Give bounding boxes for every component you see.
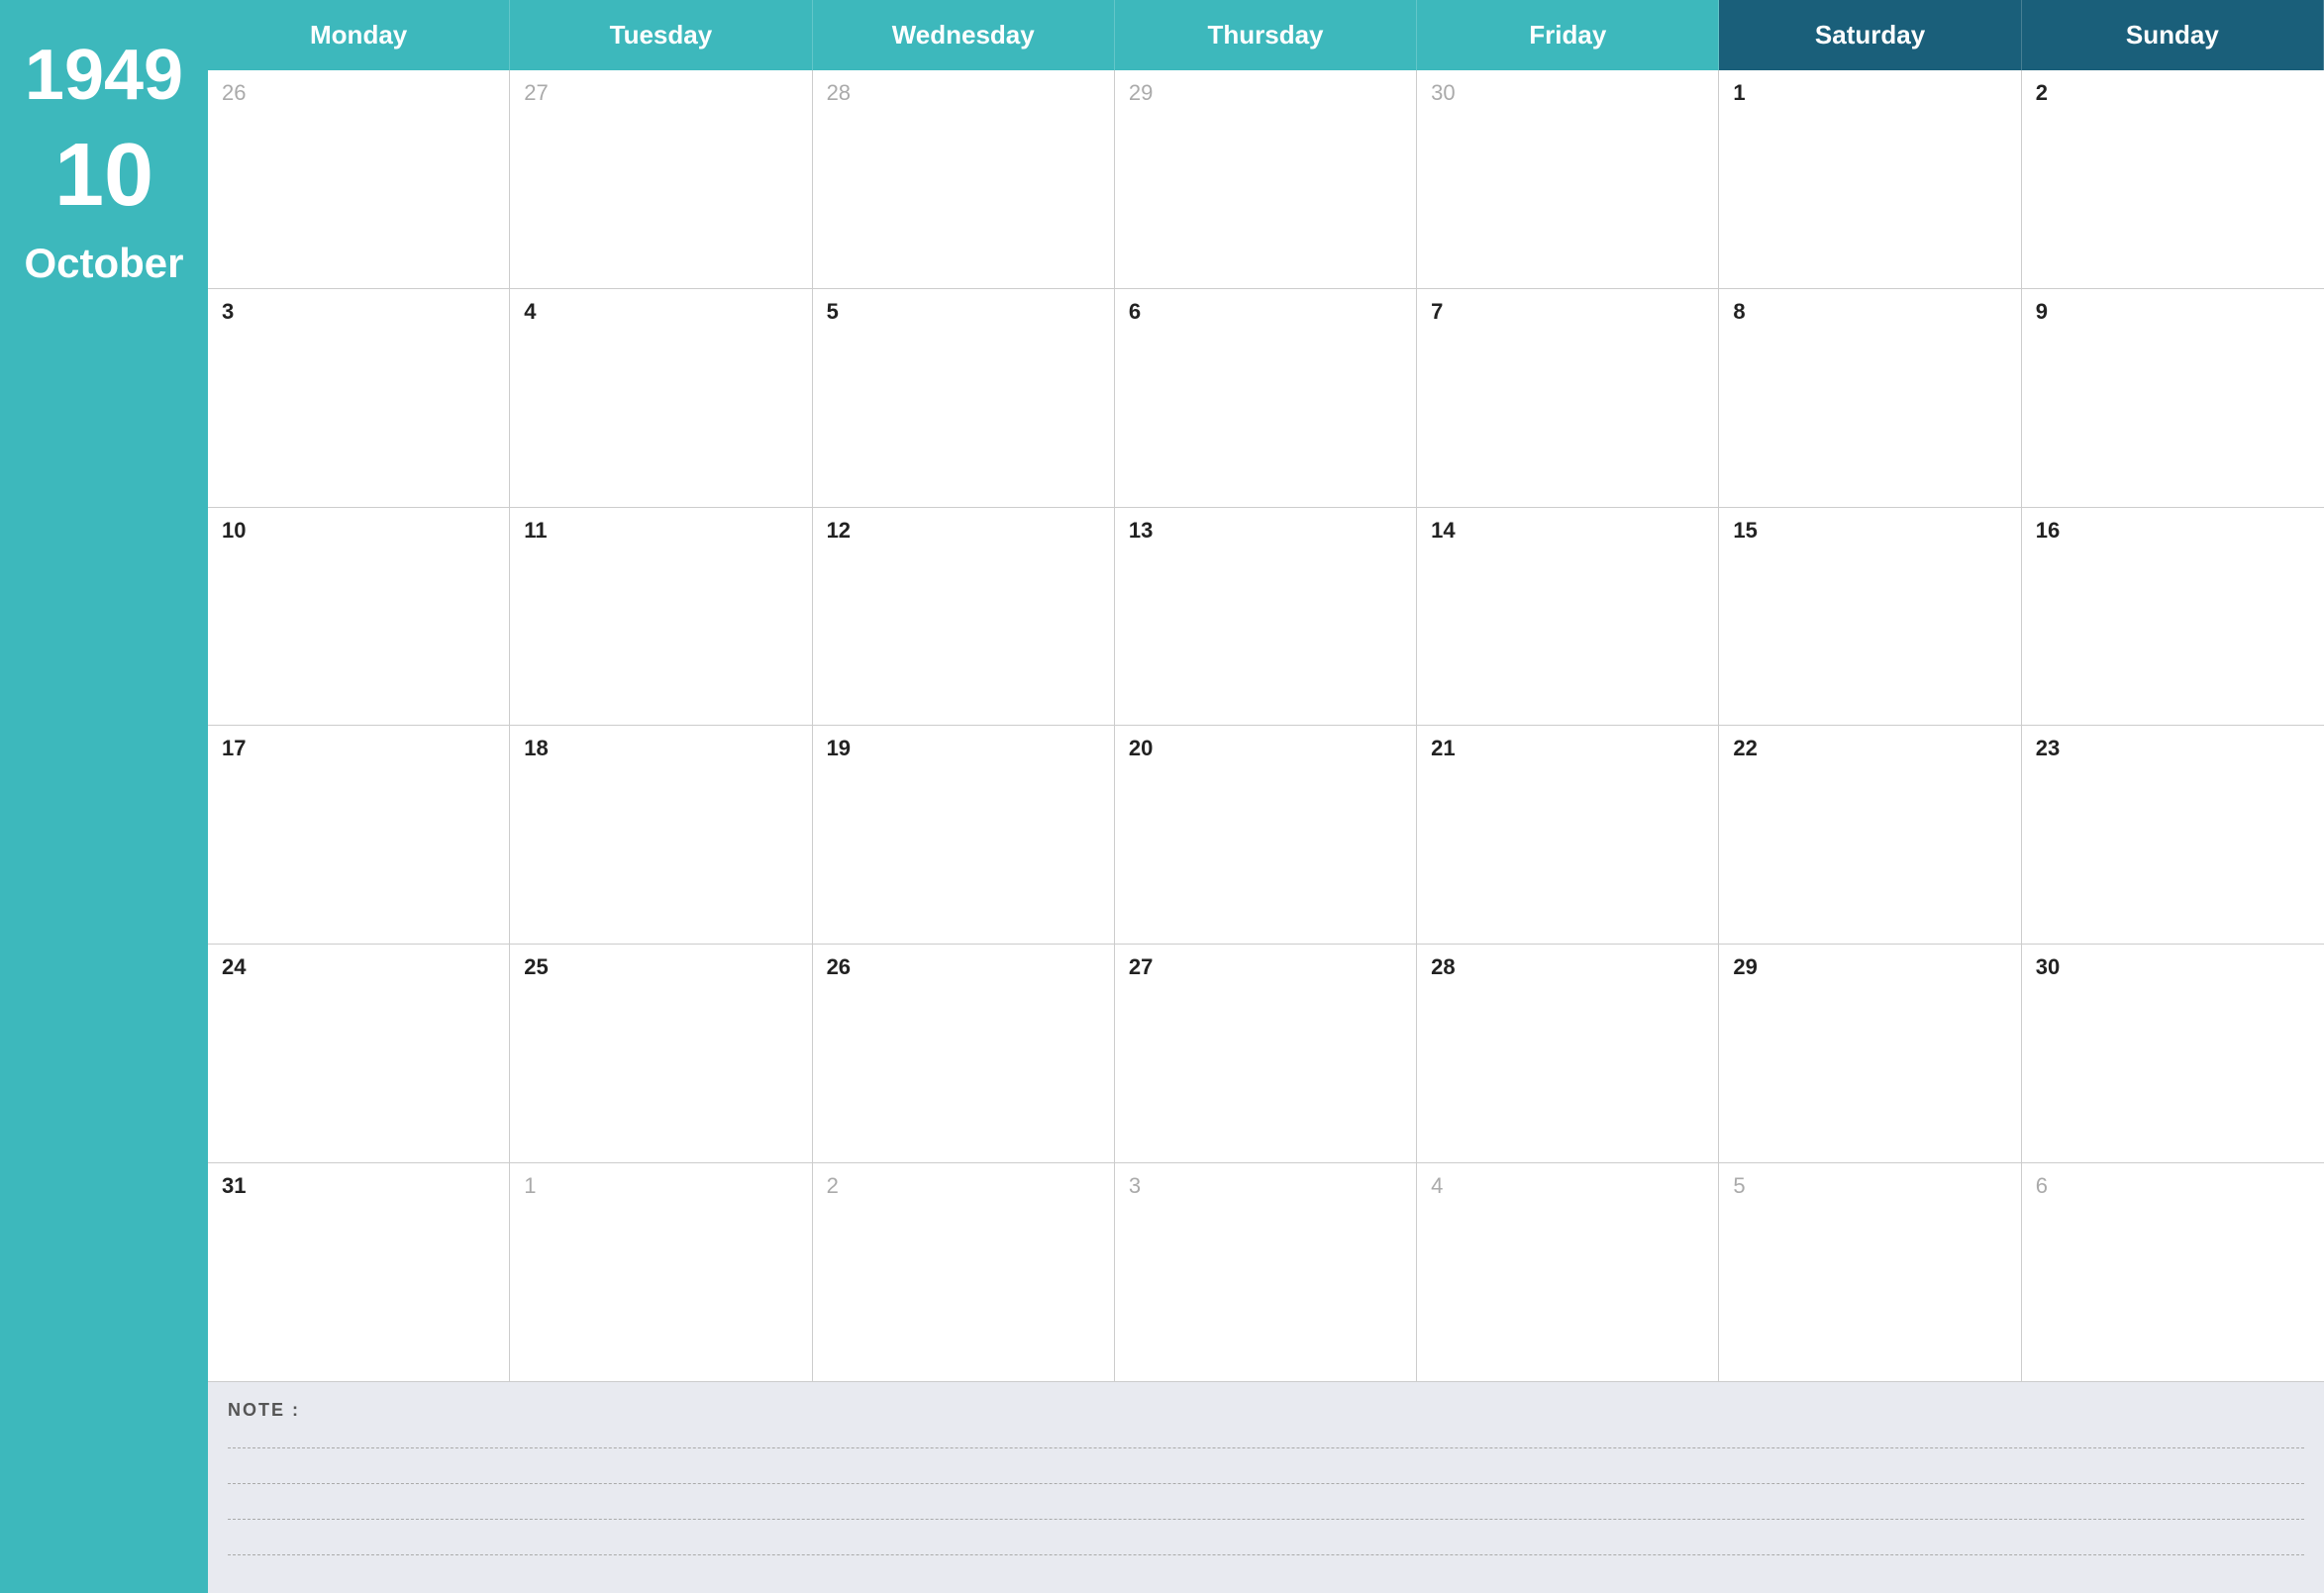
week-row-4: 17 18 19 20 21 22 23 [208,726,2324,945]
day-cell: 14 [1417,508,1719,726]
calendar-container: 1949 10 October Monday Tuesday Wednesday… [0,0,2324,1593]
day-cell: 3 [1115,1163,1417,1381]
day-cell: 12 [813,508,1115,726]
day-cell: 26 [813,945,1115,1162]
header-saturday: Saturday [1719,0,2021,70]
day-cell: 1 [510,1163,812,1381]
day-cell: 13 [1115,508,1417,726]
day-cell: 30 [1417,70,1719,288]
week-row-1: 26 27 28 29 30 1 2 [208,70,2324,289]
day-cell: 22 [1719,726,2021,944]
day-cell: 8 [1719,289,2021,507]
day-cell: 26 [208,70,510,288]
day-cell: 10 [208,508,510,726]
day-headers-row: Monday Tuesday Wednesday Thursday Friday… [208,0,2324,70]
day-cell: 6 [2022,1163,2324,1381]
week-row-2: 3 4 5 6 7 8 9 [208,289,2324,508]
day-cell: 17 [208,726,510,944]
weeks-container: 26 27 28 29 30 1 2 3 4 5 6 7 8 9 [208,70,2324,1382]
day-cell: 28 [813,70,1115,288]
day-cell: 3 [208,289,510,507]
note-line-1 [228,1431,2304,1448]
day-cell: 19 [813,726,1115,944]
day-cell: 11 [510,508,812,726]
day-cell: 2 [813,1163,1115,1381]
year-display: 1949 [25,40,183,111]
day-cell: 5 [813,289,1115,507]
month-number-display: 10 [54,131,153,220]
day-cell: 18 [510,726,812,944]
day-cell: 15 [1719,508,2021,726]
note-line-3 [228,1502,2304,1520]
day-cell: 7 [1417,289,1719,507]
day-cell: 2 [2022,70,2324,288]
day-cell: 28 [1417,945,1719,1162]
day-cell: 29 [1115,70,1417,288]
day-cell: 25 [510,945,812,1162]
week-row-5: 24 25 26 27 28 29 30 [208,945,2324,1163]
day-cell: 6 [1115,289,1417,507]
day-cell: 16 [2022,508,2324,726]
header-wednesday: Wednesday [813,0,1115,70]
calendar-grid: Monday Tuesday Wednesday Thursday Friday… [208,0,2324,1382]
day-cell: 9 [2022,289,2324,507]
header-monday: Monday [208,0,510,70]
note-label: NOTE : [228,1400,2304,1421]
header-friday: Friday [1417,0,1719,70]
day-cell: 4 [510,289,812,507]
day-cell: 31 [208,1163,510,1381]
header-thursday: Thursday [1115,0,1417,70]
calendar-main: Monday Tuesday Wednesday Thursday Friday… [208,0,2324,1593]
day-cell: 21 [1417,726,1719,944]
week-row-3: 10 11 12 13 14 15 16 [208,508,2324,727]
day-cell: 4 [1417,1163,1719,1381]
day-cell: 30 [2022,945,2324,1162]
calendar-sidebar: 1949 10 October [0,0,208,1593]
notes-section: NOTE : [208,1382,2324,1593]
day-cell: 24 [208,945,510,1162]
note-line-2 [228,1466,2304,1484]
note-line-4 [228,1538,2304,1555]
header-sunday: Sunday [2022,0,2324,70]
day-cell: 23 [2022,726,2324,944]
day-cell: 5 [1719,1163,2021,1381]
week-row-6: 31 1 2 3 4 5 6 [208,1163,2324,1382]
day-cell: 1 [1719,70,2021,288]
day-cell: 27 [510,70,812,288]
header-tuesday: Tuesday [510,0,812,70]
day-cell: 20 [1115,726,1417,944]
day-cell: 27 [1115,945,1417,1162]
month-name-display: October [24,240,183,287]
day-cell: 29 [1719,945,2021,1162]
